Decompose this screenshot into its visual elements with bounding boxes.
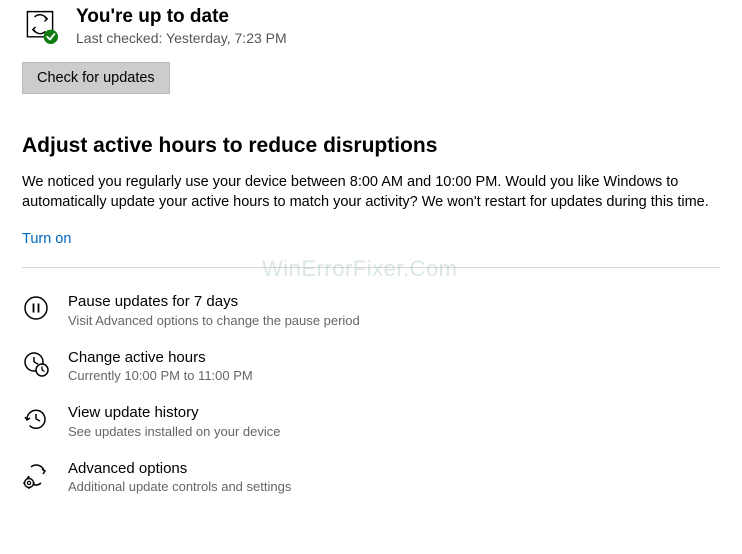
option-text: Advanced options Additional update contr… bbox=[68, 459, 291, 495]
pause-icon bbox=[22, 294, 50, 322]
view-update-history-option[interactable]: View update history See updates installe… bbox=[22, 397, 720, 453]
option-subtitle: See updates installed on your device bbox=[68, 424, 280, 439]
check-for-updates-button[interactable]: Check for updates bbox=[22, 62, 170, 94]
turn-on-link[interactable]: Turn on bbox=[22, 231, 71, 247]
option-title: View update history bbox=[68, 403, 280, 423]
option-title: Change active hours bbox=[68, 348, 253, 368]
advanced-options-option[interactable]: Advanced options Additional update contr… bbox=[22, 453, 720, 509]
option-subtitle: Currently 10:00 PM to 11:00 PM bbox=[68, 368, 253, 383]
option-subtitle: Additional update controls and settings bbox=[68, 479, 291, 494]
clock-hours-icon bbox=[22, 350, 50, 378]
change-active-hours-option[interactable]: Change active hours Currently 10:00 PM t… bbox=[22, 342, 720, 398]
status-header: You're up to date Last checked: Yesterda… bbox=[22, 6, 720, 46]
active-hours-body: We noticed you regularly use your device… bbox=[22, 172, 720, 213]
option-text: Change active hours Currently 10:00 PM t… bbox=[68, 348, 253, 384]
option-title: Advanced options bbox=[68, 459, 291, 479]
option-title: Pause updates for 7 days bbox=[68, 292, 360, 312]
option-text: View update history See updates installe… bbox=[68, 403, 280, 439]
option-subtitle: Visit Advanced options to change the pau… bbox=[68, 313, 360, 328]
sync-check-icon bbox=[22, 8, 58, 44]
pause-updates-option[interactable]: Pause updates for 7 days Visit Advanced … bbox=[22, 286, 720, 342]
active-hours-heading: Adjust active hours to reduce disruption… bbox=[22, 134, 720, 158]
history-icon bbox=[22, 405, 50, 433]
status-text-group: You're up to date Last checked: Yesterda… bbox=[76, 6, 287, 46]
status-subtitle: Last checked: Yesterday, 7:23 PM bbox=[76, 30, 287, 46]
divider bbox=[22, 267, 720, 268]
advanced-gear-icon bbox=[22, 461, 50, 489]
option-text: Pause updates for 7 days Visit Advanced … bbox=[68, 292, 360, 328]
status-title: You're up to date bbox=[76, 6, 287, 29]
watermark-text: WinErrorFixer.Com bbox=[262, 256, 458, 282]
